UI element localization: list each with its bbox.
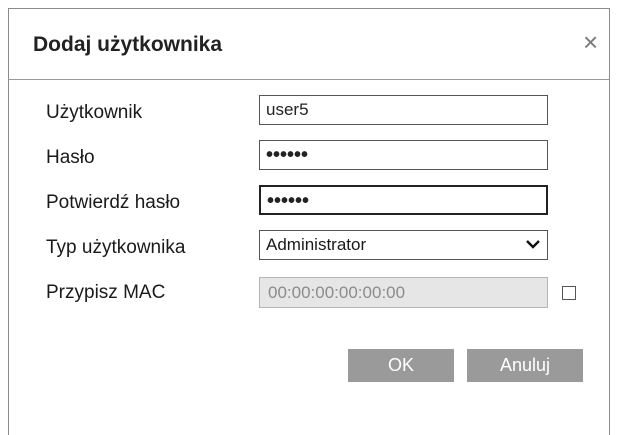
password-label: Hasło [46, 147, 95, 168]
ok-button[interactable]: OK [348, 349, 454, 382]
username-input[interactable]: user5 [259, 95, 548, 125]
username-label: Użytkownik [46, 102, 143, 123]
chevron-down-icon [525, 233, 541, 260]
mac-checkbox[interactable] [562, 286, 576, 300]
close-icon[interactable]: × [583, 29, 598, 55]
confirm-password-input[interactable]: •••••• [259, 185, 548, 215]
confirm-password-label: Potwierdź hasło [46, 192, 181, 213]
add-user-dialog: Dodaj użytkownika × Użytkownik user5 Has… [8, 8, 610, 435]
dialog-title: Dodaj użytkownika [33, 33, 223, 56]
cancel-button[interactable]: Anuluj [467, 349, 583, 382]
dialog-header: Dodaj użytkownika × [9, 9, 609, 80]
user-type-select[interactable]: Administrator [259, 230, 548, 260]
mac-label: Przypisz MAC [46, 282, 166, 303]
mac-input: 00:00:00:00:00:00 [259, 277, 548, 308]
user-type-label: Typ użytkownika [46, 237, 186, 258]
password-input[interactable]: •••••• [259, 140, 548, 170]
user-type-value: Administrator [266, 235, 367, 254]
